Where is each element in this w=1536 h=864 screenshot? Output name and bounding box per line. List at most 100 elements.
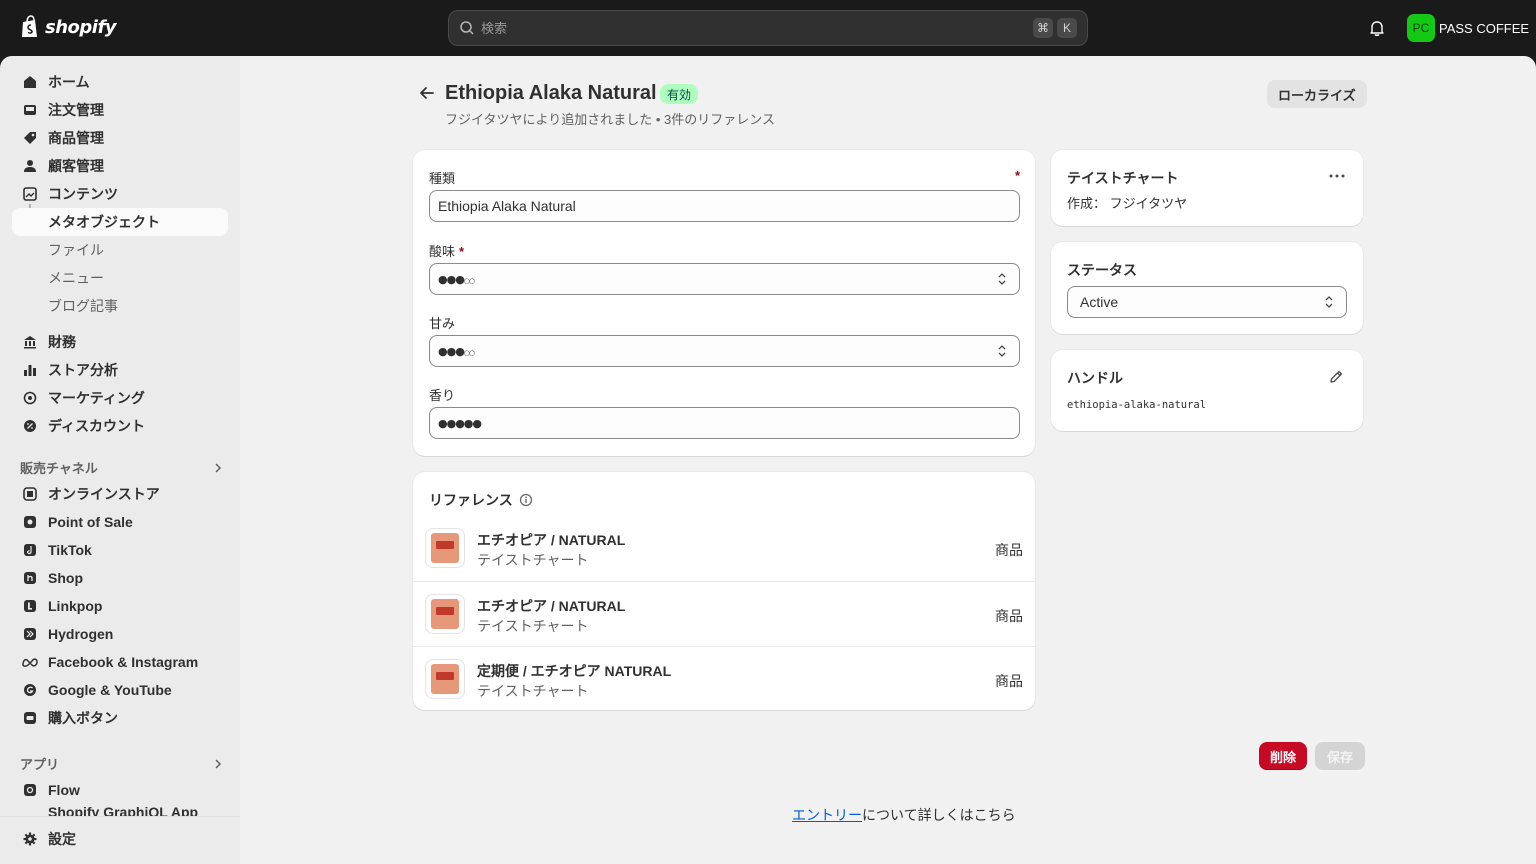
acidity-select[interactable]: ●●●○○	[429, 263, 1020, 295]
sidebar-item-hydrogen[interactable]: Hydrogen	[12, 620, 228, 648]
tiktok-icon	[22, 542, 38, 558]
rating-empty: ○○	[463, 348, 475, 357]
sweetness-select[interactable]: ●●●○○	[429, 335, 1020, 367]
sidebar-item-flow[interactable]: Flow	[12, 776, 228, 804]
sidebar-item-label: 設定	[48, 831, 76, 847]
search-input[interactable]	[481, 20, 1029, 36]
sidebar-item-tiktok[interactable]: TikTok	[12, 536, 228, 564]
sidebar-item-orders[interactable]: 注文管理	[12, 96, 228, 124]
sidebar-item-label: TikTok	[48, 542, 92, 558]
sidebar-item-label: 財務	[48, 334, 76, 350]
shop-icon	[22, 570, 38, 586]
sidebar-item-label: ディスカウント	[48, 418, 146, 434]
reference-type: 商品	[995, 542, 1023, 558]
bell-icon[interactable]	[1368, 19, 1386, 37]
entries-link[interactable]: エントリー	[792, 807, 862, 823]
sidebar-item-analytics[interactable]: ストア分析	[12, 356, 228, 384]
definition-creator: 作成： フジイタツヤ	[1067, 196, 1188, 211]
status-value: Active	[1080, 294, 1119, 310]
gear-icon	[22, 831, 38, 847]
sidebar-item-label: 顧客管理	[48, 158, 104, 174]
reference-row[interactable]: 定期便 / エチオピア NATURAL テイストチャート 商品	[413, 646, 1035, 711]
shopify-logo[interactable]: shopify	[20, 15, 117, 39]
sidebar-item-label: 商品管理	[48, 130, 104, 146]
aroma-label: 香り	[429, 388, 456, 403]
reference-type: 商品	[995, 673, 1023, 689]
reference-subtitle: テイストチャート	[477, 618, 589, 634]
type-field[interactable]: Ethiopia Alaka Natural	[429, 190, 1020, 222]
sidebar-item-buy-button[interactable]: 購入ボタン	[12, 704, 228, 732]
discount-icon	[22, 418, 38, 434]
sidebar-item-blog-posts[interactable]: ブログ記事	[48, 292, 118, 320]
reference-subtitle: テイストチャート	[477, 683, 589, 699]
sidebar-item-metaobjects[interactable]: メタオブジェクト	[12, 208, 228, 236]
reference-type: 商品	[995, 608, 1023, 624]
inbox-icon	[22, 102, 38, 118]
sidebar-item-home[interactable]: ホーム	[12, 68, 228, 96]
page-title: Ethiopia Alaka Natural	[445, 82, 657, 104]
reference-row[interactable]: エチオピア / NATURAL テイストチャート 商品	[413, 581, 1035, 646]
sidebar-item-pos[interactable]: Point of Sale	[12, 508, 228, 536]
pencil-icon[interactable]	[1328, 369, 1344, 385]
sidebar-item-marketing[interactable]: マーケティング	[12, 384, 228, 412]
sidebar-item-products[interactable]: 商品管理	[12, 124, 228, 152]
reference-row[interactable]: エチオピア / NATURAL テイストチャート 商品	[413, 516, 1035, 581]
sidebar-item-label: Google & YouTube	[48, 682, 172, 698]
sidebar-item-finance[interactable]: 財務	[12, 328, 228, 356]
delete-button[interactable]: 削除	[1259, 742, 1308, 770]
sidebar-item-label: ストア分析	[48, 362, 118, 378]
bank-icon	[22, 334, 38, 350]
sidebar-item-menus[interactable]: メニュー	[48, 264, 104, 292]
apps-title[interactable]: アプリ	[20, 754, 59, 773]
sidebar-item-settings[interactable]: 設定	[12, 825, 228, 853]
save-button[interactable]: 保存	[1315, 742, 1366, 770]
sidebar-item-label: Shop	[48, 570, 83, 586]
store-name: PASS COFFEE	[1439, 20, 1530, 36]
linkpop-icon	[22, 598, 38, 614]
sidebar-item-graphiql[interactable]: Shopify GraphiQL App	[12, 804, 228, 816]
aroma-field[interactable]: ●●●●●	[429, 407, 1020, 439]
sidebar-item-label: Flow	[48, 782, 80, 798]
sidebar-item-files[interactable]: ファイル	[48, 236, 104, 264]
rating-filled: ●●●	[438, 344, 465, 358]
sidebar-item-shop[interactable]: Shop	[12, 564, 228, 592]
sidebar-item-label: Point of Sale	[48, 514, 133, 530]
learn-more-text: エントリーについて詳しくはこちら	[792, 807, 1016, 823]
sidebar-item-label: メタオブジェクト	[48, 214, 160, 230]
sidebar-item-label: Linkpop	[48, 598, 103, 614]
reference-title: 定期便 / エチオピア NATURAL	[477, 663, 672, 679]
handle-title: ハンドル	[1067, 370, 1123, 386]
account-menu[interactable]: PC PASS COFFEE	[1407, 14, 1529, 42]
localize-button[interactable]: ローカライズ	[1267, 80, 1367, 108]
references-card: リファレンス エチオピア / NATURAL テイストチャート 商品 エチオピア…	[413, 472, 1035, 710]
sidebar-item-online-store[interactable]: オンラインストア	[12, 480, 228, 508]
sidebar-item-label: 購入ボタン	[48, 710, 118, 726]
sidebar-item-google-youtube[interactable]: Google & YouTube	[12, 676, 228, 704]
avatar: PC	[1407, 14, 1435, 42]
brand-name: shopify	[45, 16, 117, 38]
graphiql-icon	[22, 804, 38, 816]
chevron-right-icon[interactable]	[212, 462, 224, 474]
sidebar-item-label: 注文管理	[48, 102, 104, 118]
sidebar-item-customers[interactable]: 顧客管理	[12, 152, 228, 180]
sidebar-item-content[interactable]: コンテンツ	[12, 180, 228, 208]
sidebar-item-facebook-instagram[interactable]: Facebook & Instagram	[12, 648, 228, 676]
acidity-label: 酸味 *	[429, 244, 465, 259]
meta-icon	[22, 654, 38, 670]
chevron-right-icon[interactable]	[212, 758, 224, 770]
status-card: ステータス Active	[1051, 242, 1363, 334]
status-select[interactable]: Active	[1067, 286, 1347, 318]
status-title: ステータス	[1067, 262, 1137, 278]
more-actions-icon[interactable]	[1328, 170, 1346, 182]
bar-chart-icon	[22, 362, 38, 378]
acidity-rating: ●●●○○	[438, 273, 475, 286]
search-bar[interactable]: ⌘ K	[448, 10, 1088, 46]
sales-channels-title[interactable]: 販売チャネル	[20, 458, 98, 477]
sidebar-item-discounts[interactable]: ディスカウント	[12, 412, 228, 440]
google-icon	[22, 682, 38, 698]
shopify-bag-icon	[22, 15, 37, 37]
info-icon[interactable]	[519, 493, 533, 507]
sidebar-item-label: Facebook & Instagram	[48, 654, 199, 670]
sidebar-item-linkpop[interactable]: Linkpop	[12, 592, 228, 620]
back-arrow-icon[interactable]	[417, 83, 437, 103]
